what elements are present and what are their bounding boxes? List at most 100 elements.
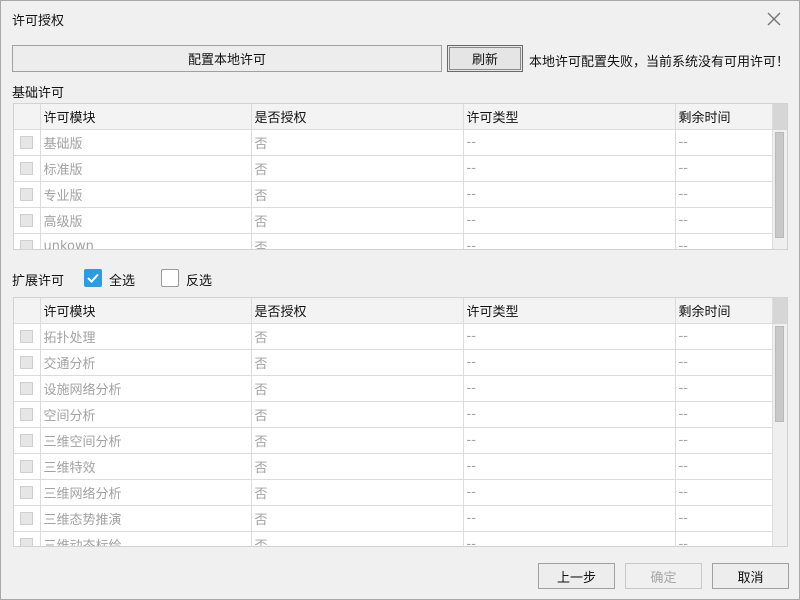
type-cell: -- <box>463 505 676 532</box>
vertical-scrollbar[interactable] <box>772 298 787 546</box>
type-cell: -- <box>463 323 676 350</box>
type-cell: -- <box>463 233 676 249</box>
ok-button[interactable]: 确定 <box>625 563 702 589</box>
basic-license-label: 基础许可 <box>12 86 65 101</box>
row-checkbox[interactable] <box>20 240 34 249</box>
remaining-cell: -- <box>675 401 776 428</box>
module-cell: 三维态势推演 <box>40 505 252 532</box>
authorized-cell: 否 <box>251 155 464 182</box>
invert-selection-checkbox[interactable] <box>161 269 179 287</box>
type-cell: -- <box>463 427 676 454</box>
table-row[interactable]: 拓扑处理 否 -- -- <box>14 323 776 350</box>
authorized-cell: 否 <box>251 401 464 428</box>
table-row[interactable]: 高级版 否 -- -- <box>14 207 776 234</box>
module-cell: 基础版 <box>40 129 252 156</box>
row-checkbox[interactable] <box>20 408 34 421</box>
configure-local-license-button[interactable]: 配置本地许可 <box>12 45 442 72</box>
row-checkbox[interactable] <box>20 434 34 447</box>
scrollbar-thumb[interactable] <box>775 132 784 238</box>
table-row[interactable]: 三维动态标绘 否 -- -- <box>14 531 776 546</box>
row-checkbox[interactable] <box>20 486 34 499</box>
row-checkbox[interactable] <box>20 162 34 175</box>
table-row[interactable]: 三维网络分析 否 -- -- <box>14 479 776 506</box>
authorized-cell: 否 <box>251 479 464 506</box>
type-cell: -- <box>463 531 676 546</box>
refresh-button[interactable]: 刷新 <box>447 45 523 72</box>
authorized-cell: 否 <box>251 323 464 350</box>
table-row[interactable]: 标准版 否 -- -- <box>14 155 776 182</box>
select-all-label[interactable]: 全选 <box>109 270 135 289</box>
column-header-remaining[interactable]: 剩余时间 <box>675 104 776 130</box>
remaining-cell: -- <box>675 479 776 506</box>
authorized-cell: 否 <box>251 129 464 156</box>
remaining-cell: -- <box>675 427 776 454</box>
type-cell: -- <box>463 375 676 402</box>
type-cell: -- <box>463 155 676 182</box>
row-checkbox[interactable] <box>20 538 34 546</box>
remaining-cell: -- <box>675 349 776 376</box>
row-checkbox[interactable] <box>20 382 34 395</box>
remaining-cell: -- <box>675 129 776 156</box>
table-row[interactable]: 空间分析 否 -- -- <box>14 401 776 428</box>
type-cell: -- <box>463 129 676 156</box>
column-header-remaining[interactable]: 剩余时间 <box>675 298 776 324</box>
table-row[interactable]: 设施网络分析 否 -- -- <box>14 375 776 402</box>
column-header-module[interactable]: 许可模块 <box>40 298 252 324</box>
row-checkbox[interactable] <box>20 330 34 343</box>
table-row[interactable]: 三维特效 否 -- -- <box>14 453 776 480</box>
authorized-cell: 否 <box>251 505 464 532</box>
column-header-authorized[interactable]: 是否授权 <box>251 298 464 324</box>
table-row[interactable]: 交通分析 否 -- -- <box>14 349 776 376</box>
header-checkbox-cell <box>14 104 41 130</box>
column-header-module[interactable]: 许可模块 <box>40 104 252 130</box>
cancel-button[interactable]: 取消 <box>712 563 789 589</box>
type-cell: -- <box>463 181 676 208</box>
select-all-checkbox[interactable] <box>84 269 102 287</box>
authorized-cell: 否 <box>251 531 464 546</box>
type-cell: -- <box>463 207 676 234</box>
previous-step-button[interactable]: 上一步 <box>538 563 615 589</box>
license-dialog: 许可授权 配置本地许可 刷新 本地许可配置失败，当前系统没有可用许可！ 基础许可… <box>0 0 800 600</box>
table-row[interactable]: 专业版 否 -- -- <box>14 181 776 208</box>
table-header-row: 许可模块 是否授权 许可类型 剩余时间 <box>14 104 776 130</box>
row-checkbox[interactable] <box>20 214 34 227</box>
remaining-cell: -- <box>675 453 776 480</box>
module-cell: unkown <box>40 233 252 249</box>
authorized-cell: 否 <box>251 207 464 234</box>
remaining-cell: -- <box>675 155 776 182</box>
module-cell: 专业版 <box>40 181 252 208</box>
close-icon[interactable] <box>765 10 783 28</box>
scrollbar-thumb[interactable] <box>775 326 784 422</box>
extended-license-table: 许可模块 是否授权 许可类型 剩余时间 拓扑处理 否 -- -- 交通分析 否 … <box>13 297 788 547</box>
type-cell: -- <box>463 401 676 428</box>
authorized-cell: 否 <box>251 427 464 454</box>
module-cell: 拓扑处理 <box>40 323 252 350</box>
row-checkbox[interactable] <box>20 512 34 525</box>
table-row[interactable]: 三维态势推演 否 -- -- <box>14 505 776 532</box>
invert-selection-label[interactable]: 反选 <box>186 270 212 289</box>
remaining-cell: -- <box>675 323 776 350</box>
remaining-cell: -- <box>675 375 776 402</box>
module-cell: 标准版 <box>40 155 252 182</box>
row-checkbox[interactable] <box>20 188 34 201</box>
column-header-authorized[interactable]: 是否授权 <box>251 104 464 130</box>
module-cell: 三维空间分析 <box>40 427 252 454</box>
row-checkbox[interactable] <box>20 356 34 369</box>
check-icon <box>87 273 99 283</box>
row-checkbox[interactable] <box>20 136 34 149</box>
column-header-type[interactable]: 许可类型 <box>463 298 676 324</box>
module-cell: 设施网络分析 <box>40 375 252 402</box>
table-row[interactable]: 三维空间分析 否 -- -- <box>14 427 776 454</box>
authorized-cell: 否 <box>251 375 464 402</box>
type-cell: -- <box>463 349 676 376</box>
module-cell: 交通分析 <box>40 349 252 376</box>
vertical-scrollbar[interactable] <box>772 104 787 249</box>
dialog-title: 许可授权 <box>12 14 65 29</box>
column-header-type[interactable]: 许可类型 <box>463 104 676 130</box>
row-checkbox[interactable] <box>20 460 34 473</box>
table-row[interactable]: unkown 否 -- -- <box>14 233 776 249</box>
type-cell: -- <box>463 453 676 480</box>
module-cell: 三维网络分析 <box>40 479 252 506</box>
table-row[interactable]: 基础版 否 -- -- <box>14 129 776 156</box>
module-cell: 三维特效 <box>40 453 252 480</box>
